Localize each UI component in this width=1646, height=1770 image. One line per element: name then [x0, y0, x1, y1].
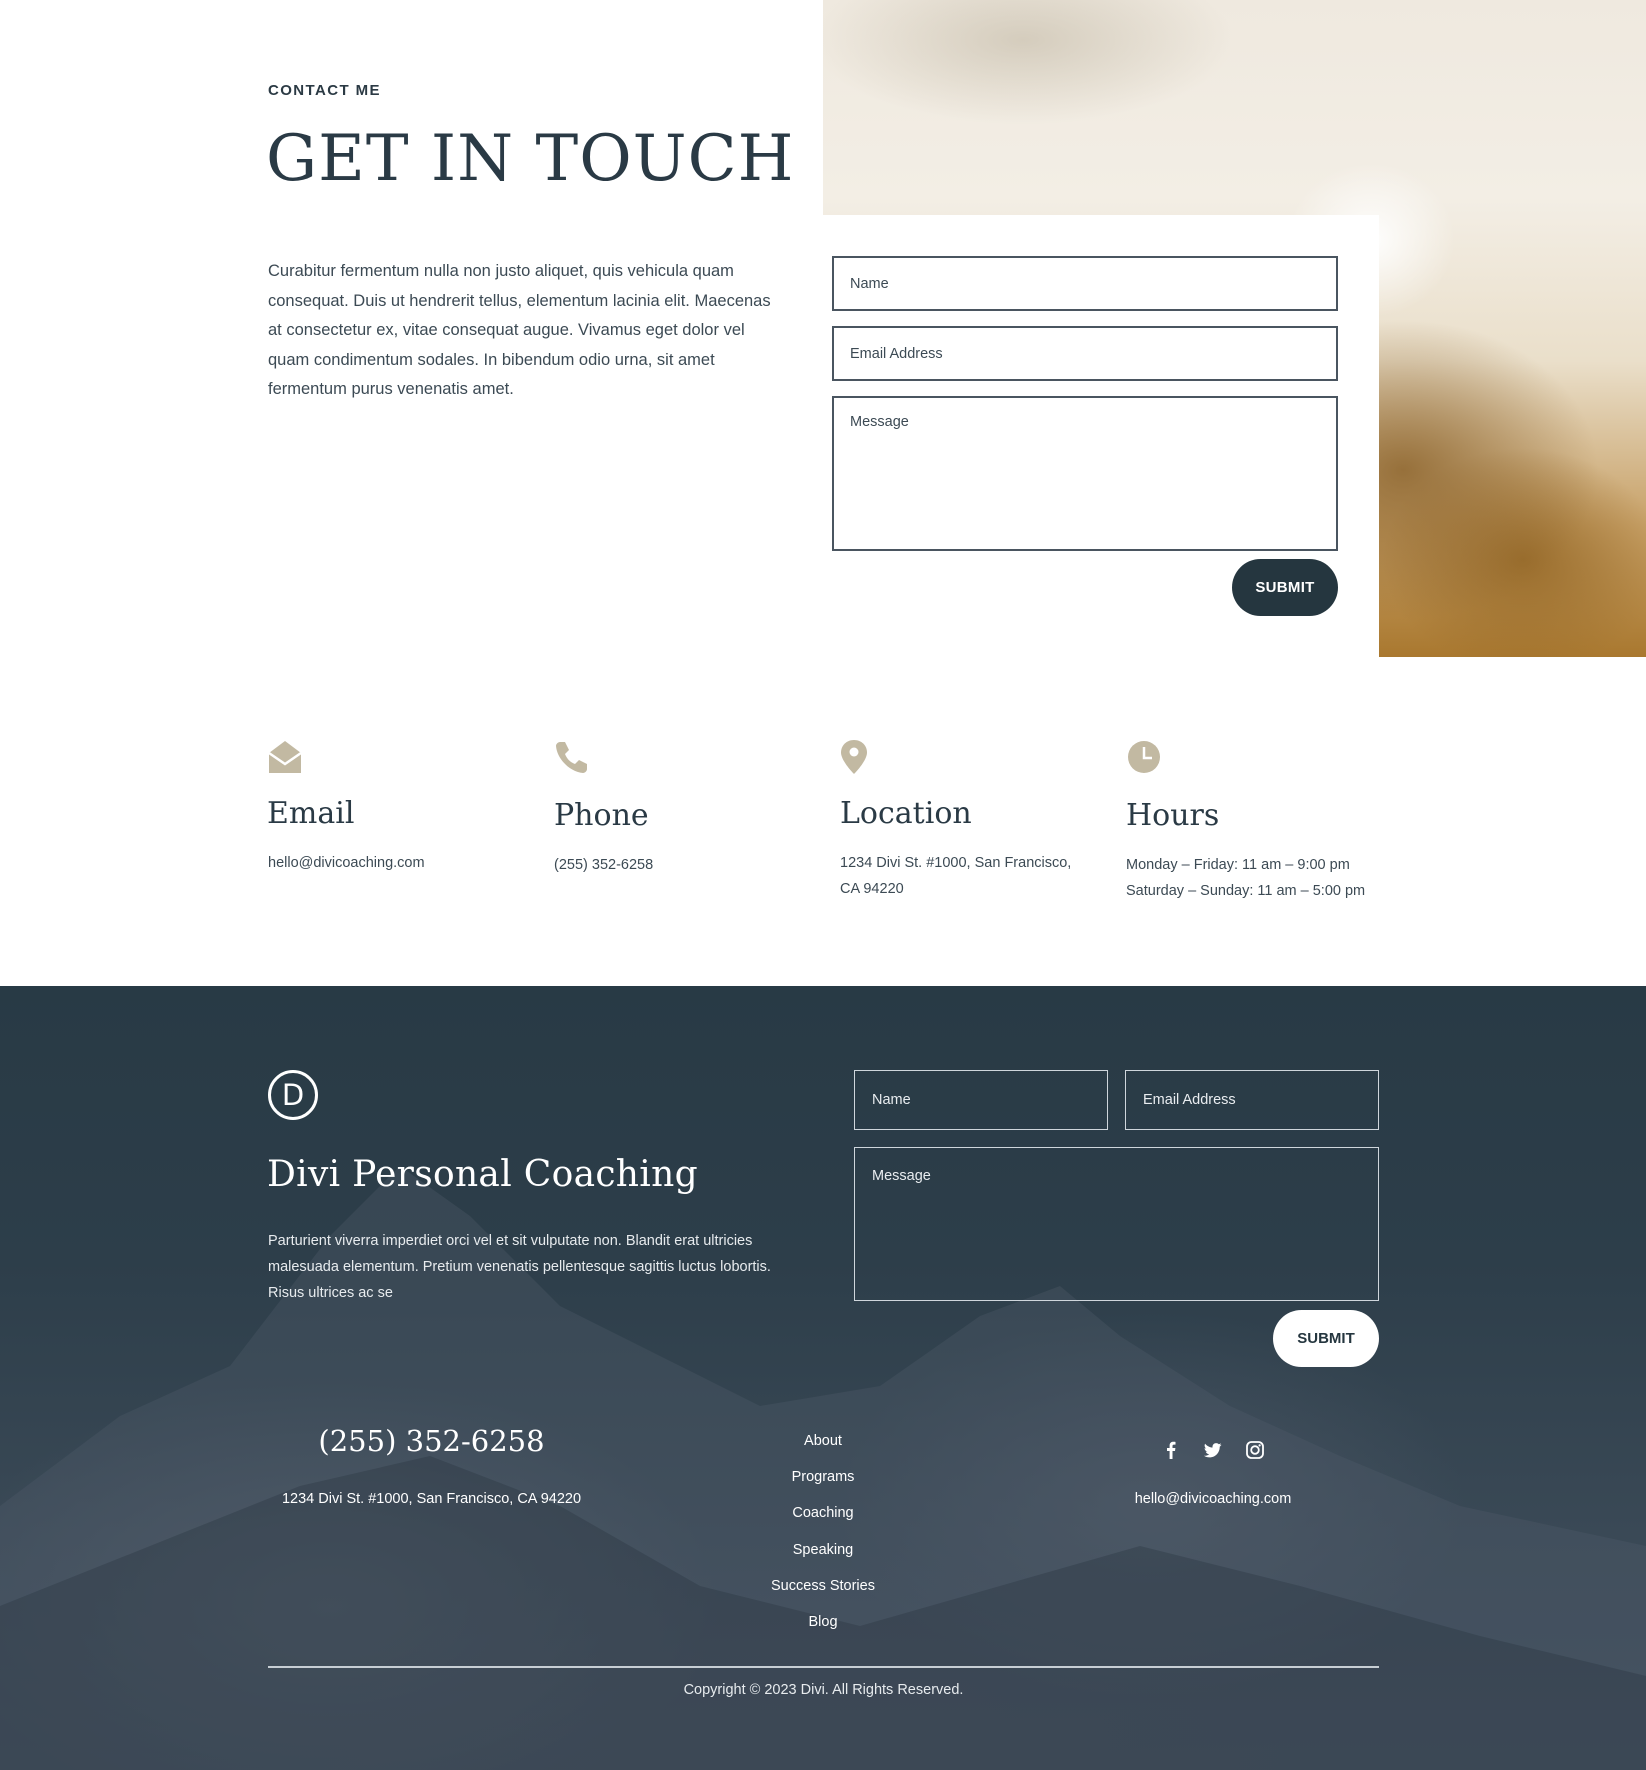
info-text-hours: Monday – Friday: 11 am – 9:00 pm Saturda…	[1126, 852, 1386, 904]
info-hours-line2: Saturday – Sunday: 11 am – 5:00 pm	[1126, 883, 1366, 899]
divi-logo-letter: D	[281, 1078, 305, 1112]
mountain-background	[0, 1166, 1646, 1770]
info-title-phone: Phone	[554, 798, 649, 833]
envelope-open-icon	[267, 739, 303, 775]
phone-icon	[554, 739, 590, 775]
footer-email-field[interactable]: Email Address	[1125, 1070, 1379, 1130]
nav-item-blog[interactable]: Blog	[723, 1604, 923, 1640]
facebook-icon[interactable]	[1160, 1439, 1182, 1461]
page-title: GET IN TOUCH	[266, 122, 795, 196]
copyright-text: Copyright © 2023 Divi. All Rights Reserv…	[683, 1682, 964, 1698]
nav-item-success-stories[interactable]: Success Stories	[723, 1568, 923, 1604]
info-title-location: Location	[840, 796, 972, 831]
clock-icon	[1126, 739, 1162, 775]
name-field[interactable]: Name	[832, 256, 1338, 311]
footer-submit-button[interactable]: SUBMIT	[1273, 1310, 1379, 1367]
message-field[interactable]: Message	[832, 396, 1338, 551]
footer-name-placeholder: Name	[872, 1092, 911, 1108]
intro-text: Curabitur fermentum nulla non justo aliq…	[268, 262, 771, 398]
footer-description: Parturient viverra imperdiet orci vel et…	[268, 1233, 771, 1301]
nav-item-programs[interactable]: Programs	[723, 1459, 923, 1495]
email-field[interactable]: Email Address	[832, 326, 1338, 381]
footer-address: 1234 Divi St. #1000, San Francisco, CA 9…	[281, 1491, 582, 1507]
info-text-phone: (255) 352-6258	[554, 857, 654, 873]
info-location-line1: 1234 Divi St. #1000, San Francisco,	[840, 855, 1072, 871]
footer-divider	[268, 1666, 1379, 1668]
footer-name-field[interactable]: Name	[854, 1070, 1108, 1130]
name-field-placeholder: Name	[850, 275, 889, 292]
social-links	[1160, 1439, 1266, 1461]
instagram-icon[interactable]	[1244, 1439, 1266, 1461]
message-field-placeholder: Message	[850, 414, 909, 430]
info-hours-line1: Monday – Friday: 11 am – 9:00 pm	[1126, 857, 1350, 873]
info-location-line2: CA 94220	[840, 881, 904, 897]
info-text-location: 1234 Divi St. #1000, San Francisco, CA 9…	[840, 850, 1100, 902]
footer-message-placeholder: Message	[872, 1168, 931, 1184]
map-pin-icon	[836, 739, 872, 775]
nav-item-speaking[interactable]: Speaking	[723, 1532, 923, 1568]
divi-logo[interactable]: D	[268, 1070, 318, 1120]
footer-email-placeholder: Email Address	[1143, 1092, 1236, 1108]
footer-message-field[interactable]: Message	[854, 1147, 1379, 1301]
info-title-hours: Hours	[1126, 798, 1220, 833]
nav-item-coaching[interactable]: Coaching	[723, 1495, 923, 1531]
info-text-email: hello@divicoaching.com	[268, 855, 425, 871]
footer-email[interactable]: hello@divicoaching.com	[1113, 1491, 1313, 1507]
email-field-placeholder: Email Address	[850, 345, 943, 362]
footer-phone[interactable]: (255) 352-6258	[268, 1424, 595, 1458]
footer-nav: About Programs Coaching Speaking Success…	[723, 1423, 923, 1640]
submit-button[interactable]: SUBMIT	[1232, 559, 1338, 616]
footer-title: Divi Personal Coaching	[267, 1154, 698, 1195]
nav-item-about[interactable]: About	[723, 1423, 923, 1459]
info-title-email: Email	[267, 796, 355, 831]
twitter-icon[interactable]	[1202, 1439, 1224, 1461]
section-eyebrow: CONTACT ME	[268, 82, 381, 99]
footer	[0, 986, 1646, 1770]
